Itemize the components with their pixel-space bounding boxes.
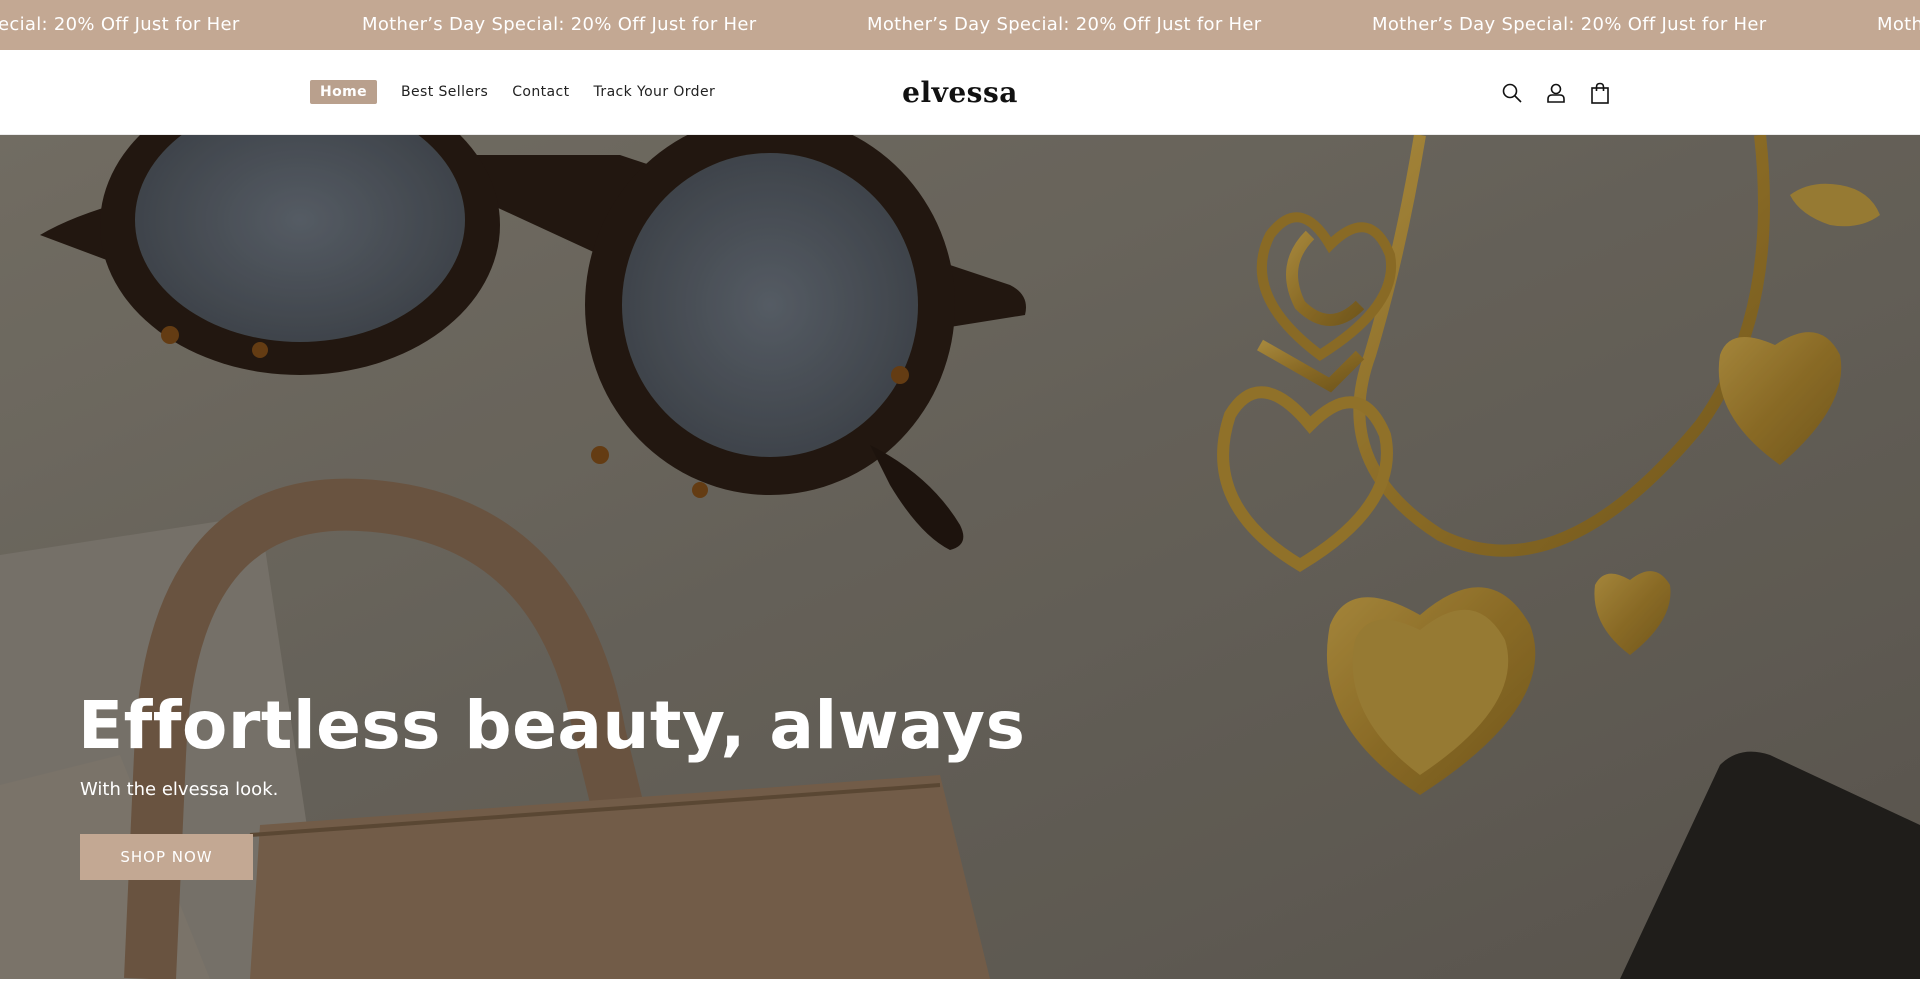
- nav-item-track-order[interactable]: Track Your Order: [594, 84, 716, 100]
- hero-title: Effortless beauty, always: [78, 687, 1026, 764]
- nav-item-best-sellers[interactable]: Best Sellers: [401, 84, 488, 100]
- account-icon[interactable]: [1543, 80, 1569, 106]
- site-header: Home Best Sellers Contact Track Your Ord…: [0, 50, 1920, 135]
- page-bottom-strip: [0, 979, 1920, 993]
- announcement-bar: ecial: 20% Off Just for Her Mother’s Day…: [0, 0, 1920, 50]
- announcement-text: Mother’s Day Special: 20% Off Just for H…: [1372, 14, 1767, 35]
- hero-overlay: [0, 135, 1920, 979]
- main-nav: Home Best Sellers Contact Track Your Ord…: [310, 80, 739, 104]
- hero-banner: Effortless beauty, always With the elves…: [0, 135, 1920, 979]
- shop-now-button[interactable]: SHOP NOW: [80, 834, 253, 880]
- search-icon[interactable]: [1499, 80, 1525, 106]
- announcement-text: ecial: 20% Off Just for Her: [0, 14, 240, 35]
- nav-item-home[interactable]: Home: [310, 80, 378, 104]
- announcement-text: Mother’s Day Special: 20% Off Just for H…: [362, 14, 757, 35]
- announcement-text: Moth: [1877, 14, 1920, 35]
- hero-subtitle: With the elvessa look.: [80, 779, 279, 800]
- site-logo[interactable]: elvessa: [880, 76, 1040, 109]
- cart-icon[interactable]: [1587, 80, 1613, 106]
- nav-item-contact[interactable]: Contact: [512, 84, 569, 100]
- announcement-text: Mother’s Day Special: 20% Off Just for H…: [867, 14, 1262, 35]
